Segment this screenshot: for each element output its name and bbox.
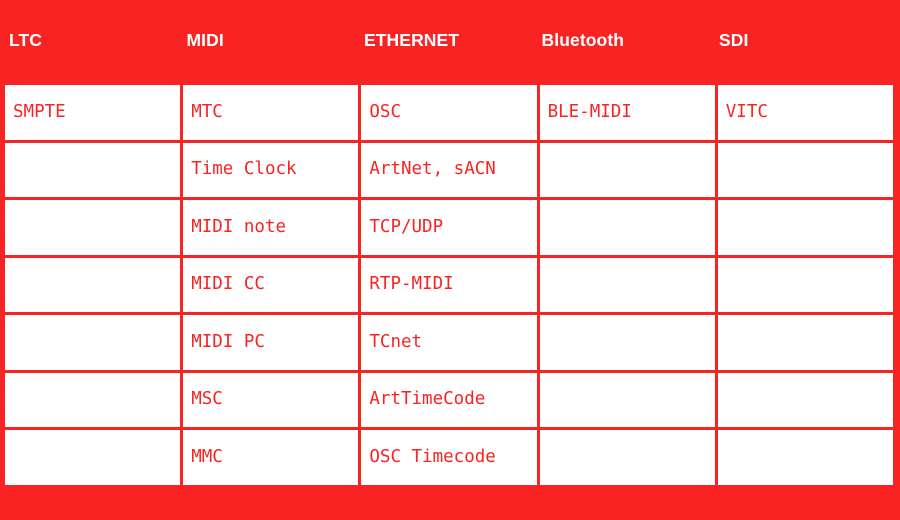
cell-sdi	[714, 312, 897, 373]
table-row: SMPTE MTC OSC BLE-MIDI VITC	[1, 82, 897, 143]
cell-ltc	[1, 312, 184, 373]
table-row: Time Clock ArtNet, sACN	[1, 139, 897, 200]
cell-sdi	[714, 427, 897, 488]
cell-midi: MMC	[180, 427, 362, 488]
column-header-ltc: LTC	[9, 30, 43, 51]
cell-ethernet: TCP/UDP	[358, 197, 540, 258]
timecode-protocol-matrix: LTC MIDI ETHERNET Bluetooth SDI SMPTE MT…	[0, 0, 900, 520]
table-row: MMC OSC Timecode	[1, 427, 897, 488]
cell-ltc	[1, 369, 184, 430]
cell-bluetooth: BLE-MIDI	[536, 82, 718, 143]
cell-ltc	[1, 197, 184, 258]
cell-bluetooth	[536, 254, 718, 315]
cell-sdi	[714, 369, 897, 430]
table-header-row: LTC MIDI ETHERNET Bluetooth SDI	[0, 0, 900, 82]
column-header-sdi: SDI	[719, 30, 749, 51]
cell-bluetooth	[536, 312, 718, 373]
cell-ltc: SMPTE	[1, 82, 184, 143]
table-row: MSC ArtTimeCode	[1, 369, 897, 430]
cell-ethernet: TCnet	[358, 312, 540, 373]
cell-ltc	[1, 254, 184, 315]
cell-ltc	[1, 427, 184, 488]
cell-bluetooth	[536, 139, 718, 200]
cell-sdi	[714, 197, 897, 258]
cell-midi: Time Clock	[180, 139, 362, 200]
table-row: MIDI note TCP/UDP	[1, 197, 897, 258]
column-header-ethernet: ETHERNET	[364, 30, 460, 51]
cell-ethernet: OSC	[358, 82, 540, 143]
cell-ethernet: ArtNet, sACN	[358, 139, 540, 200]
cell-bluetooth	[536, 427, 718, 488]
table-row: MIDI PC TCnet	[1, 312, 897, 373]
table-body: SMPTE MTC OSC BLE-MIDI VITC Time Clock A…	[1, 82, 897, 488]
cell-ltc	[1, 139, 184, 200]
cell-midi: MTC	[180, 82, 362, 143]
protocol-table-body: SMPTE MTC OSC BLE-MIDI VITC Time Clock A…	[1, 82, 897, 488]
cell-bluetooth	[536, 369, 718, 430]
cell-ethernet: OSC Timecode	[358, 427, 540, 488]
cell-sdi	[714, 254, 897, 315]
column-header-midi: MIDI	[186, 30, 224, 51]
cell-sdi	[714, 139, 897, 200]
cell-bluetooth	[536, 197, 718, 258]
cell-midi: MSC	[180, 369, 362, 430]
cell-ethernet: ArtTimeCode	[358, 369, 540, 430]
cell-ethernet: RTP-MIDI	[358, 254, 540, 315]
cell-midi: MIDI note	[180, 197, 362, 258]
cell-midi: MIDI PC	[180, 312, 362, 373]
column-header-bluetooth: Bluetooth	[541, 30, 625, 51]
cell-sdi: VITC	[714, 82, 897, 143]
table-row: MIDI CC RTP-MIDI	[1, 254, 897, 315]
cell-midi: MIDI CC	[180, 254, 362, 315]
